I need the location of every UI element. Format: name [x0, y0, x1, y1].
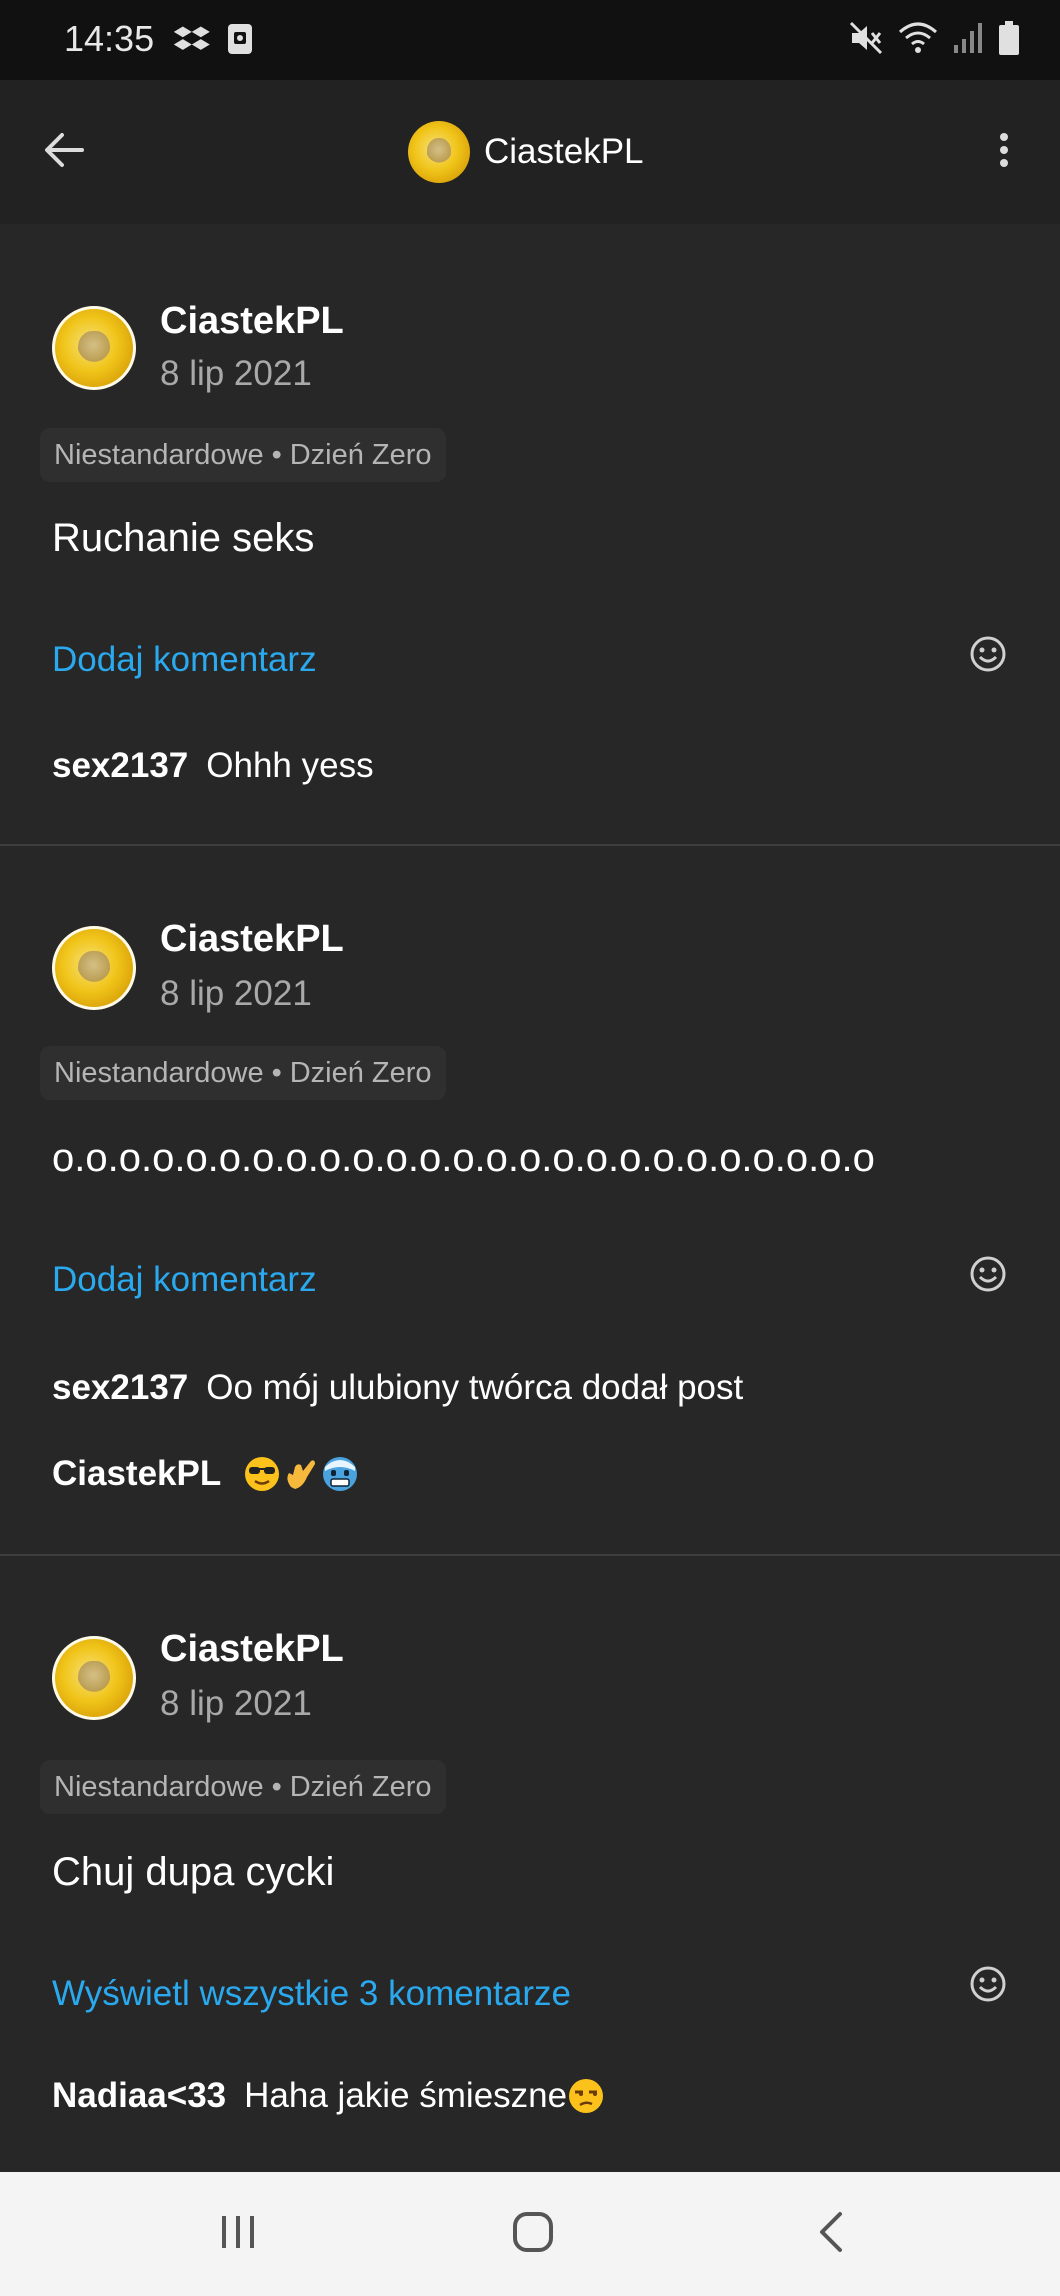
author-avatar[interactable] [52, 306, 136, 390]
page-title: CiastekPL [484, 132, 644, 171]
chip-separator: • [271, 1770, 282, 1803]
comment: CiastekPL [52, 1454, 359, 1494]
sunglasses-emoji [243, 1455, 281, 1493]
post-text: o.o.o.o.o.o.o.o.o.o.o.o.o.o.o.o.o.o.o.o.… [52, 1136, 875, 1180]
comment-text: Haha jakie śmieszne [244, 2076, 568, 2115]
back-arrow-icon [44, 132, 84, 173]
status-time: 14:35 [64, 18, 155, 59]
chip-separator: • [271, 438, 282, 471]
recents-icon [218, 2212, 258, 2257]
home-icon [511, 2210, 555, 2259]
view-all-comments-link[interactable]: Wyświetl wszystkie 3 komentarze [52, 1974, 571, 2014]
comment: sex2137 Ohhh yess [52, 746, 374, 786]
tag-label: Dzień Zero [289, 1770, 432, 1803]
more-vert-icon [999, 132, 1009, 173]
post-date: 8 lip 2021 [160, 974, 312, 1013]
post-text: Ruchanie seks [52, 516, 315, 560]
post-card: CiastekPL 8 lip 2021 Niestandardowe • Dz… [0, 1556, 1060, 2172]
battery-icon [998, 20, 1020, 61]
chip-separator: • [271, 1056, 282, 1089]
post-date: 8 lip 2021 [160, 354, 312, 393]
more-options-button[interactable] [976, 124, 1032, 180]
nav-back-button[interactable] [796, 2202, 866, 2266]
cold-face-emoji [321, 1455, 359, 1493]
category-label: Niestandardowe [54, 438, 264, 471]
dropbox-icon [172, 22, 212, 61]
comment: sex2137 Oo mój ulubiony twórca dodał pos… [52, 1368, 743, 1408]
comment-username[interactable]: sex2137 [52, 746, 188, 786]
add-comment-link[interactable]: Dodaj komentarz [52, 640, 317, 680]
back-icon [816, 2210, 846, 2259]
home-button[interactable] [498, 2202, 568, 2266]
back-button[interactable] [36, 124, 92, 180]
post-card: CiastekPL 8 lip 2021 Niestandardowe • Dz… [0, 846, 1060, 1556]
comment-text: Ohhh yess [206, 746, 374, 785]
signal-icon [952, 21, 984, 60]
emoji-reaction-icon[interactable] [968, 1254, 1008, 1294]
post-card: CiastekPL 8 lip 2021 Niestandardowe • Dz… [0, 224, 1060, 846]
post-author[interactable]: CiastekPL [160, 918, 344, 961]
post-category-chip[interactable]: Niestandardowe • Dzień Zero [40, 1760, 446, 1814]
add-comment-link[interactable]: Dodaj komentarz [52, 1260, 317, 1300]
post-text: Chuj dupa cycki [52, 1850, 335, 1894]
emoji-reaction-icon[interactable] [968, 634, 1008, 674]
wifi-icon [898, 20, 938, 61]
post-category-chip[interactable]: Niestandardowe • Dzień Zero [40, 1046, 446, 1100]
category-label: Niestandardowe [54, 1770, 264, 1803]
screenshot-icon [226, 22, 254, 61]
system-nav-bar [0, 2172, 1060, 2296]
emoji-reaction-icon[interactable] [968, 1964, 1008, 2004]
tag-label: Dzień Zero [289, 438, 432, 471]
unamused-face-emoji [567, 2077, 605, 2115]
comment-username[interactable]: CiastekPL [52, 1454, 221, 1494]
tag-label: Dzień Zero [289, 1056, 432, 1089]
status-bar: 14:35 [0, 0, 1060, 80]
mute-icon [848, 20, 884, 61]
post-date: 8 lip 2021 [160, 1684, 312, 1723]
recents-button[interactable] [203, 2202, 273, 2266]
post-category-chip[interactable]: Niestandardowe • Dzień Zero [40, 428, 446, 482]
post-author[interactable]: CiastekPL [160, 1628, 344, 1671]
header-profile[interactable]: CiastekPL [408, 120, 644, 184]
category-label: Niestandardowe [54, 1056, 264, 1089]
comment-username[interactable]: sex2137 [52, 1368, 188, 1408]
header-avatar [408, 121, 470, 183]
author-avatar[interactable] [52, 1636, 136, 1720]
post-author[interactable]: CiastekPL [160, 300, 344, 343]
comment: Nadiaa<33 Haha jakie śmieszne [52, 2076, 605, 2116]
comment-text: Oo mój ulubiony twórca dodał post [206, 1368, 744, 1407]
author-avatar[interactable] [52, 926, 136, 1010]
app-bar: CiastekPL [0, 80, 1060, 224]
comment-username[interactable]: Nadiaa<33 [52, 2076, 226, 2116]
call-me-hand-emoji [281, 1455, 319, 1493]
